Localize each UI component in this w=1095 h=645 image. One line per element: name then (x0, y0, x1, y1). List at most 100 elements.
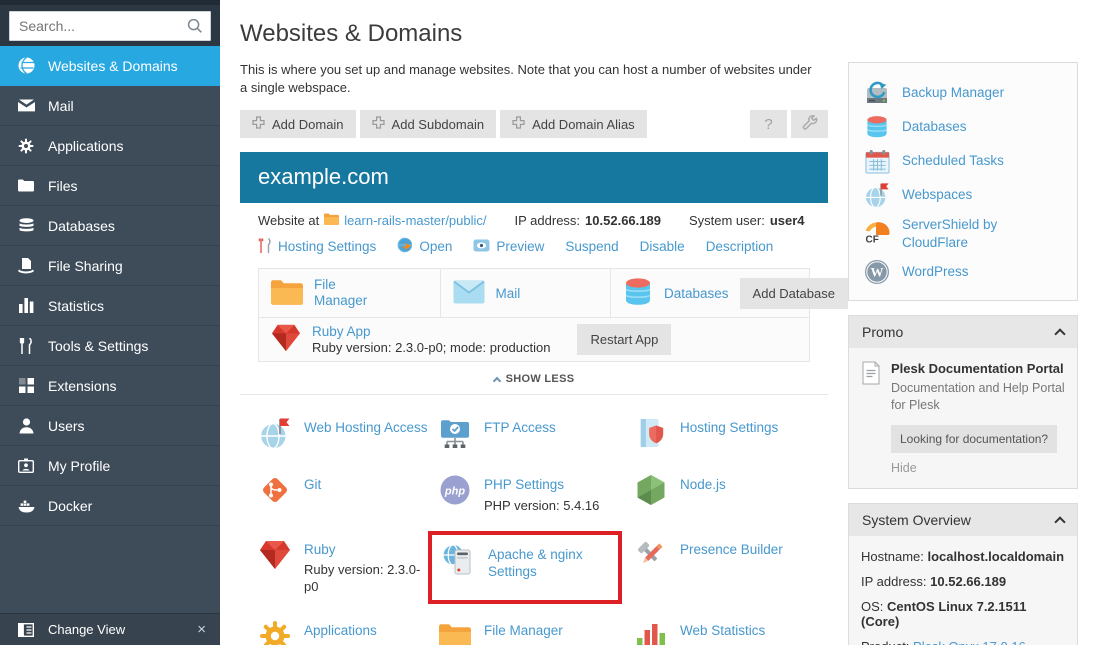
sidebar-item-label: Applications (48, 138, 124, 154)
quick-link[interactable]: Webspaces (902, 186, 972, 204)
sidebar-item-tools-settings[interactable]: Tools & Settings (0, 326, 220, 366)
domain-card-header: example.com (240, 152, 828, 203)
hide-link[interactable]: Hide (891, 461, 1065, 475)
hosting-settings-link[interactable]: Hosting Settings (258, 238, 376, 256)
feature-link[interactable]: Node.js (680, 476, 726, 494)
feature-link[interactable]: Presence Builder (680, 541, 783, 559)
quick-link[interactable]: Databases (902, 118, 967, 136)
quick-link[interactable]: Scheduled Tasks (902, 152, 1004, 170)
feature-link[interactable]: Apache & nginx Settings (488, 546, 610, 581)
calendar-icon (864, 148, 890, 174)
ruby-app-link[interactable]: Ruby App (312, 324, 371, 339)
ruby-icon (271, 324, 301, 355)
add-domain-alias-button[interactable]: Add Domain Alias (500, 110, 647, 138)
feature-presence-builder[interactable]: Presence Builder (634, 527, 810, 608)
quick-link[interactable]: WordPress (902, 263, 969, 281)
plesk-app: Websites & Domains Mail Applications Fil… (0, 0, 1095, 645)
ip-label: IP address: (515, 213, 581, 228)
feature-link[interactable]: Applications (304, 622, 377, 640)
databases-link[interactable]: Databases (664, 286, 729, 301)
feature-web-hosting-access[interactable]: Web Hosting Access (258, 405, 438, 462)
globe-icon (15, 57, 37, 74)
sidebar-item-label: Files (48, 178, 78, 194)
feature-link[interactable]: Web Hosting Access (304, 419, 428, 437)
add-subdomain-button[interactable]: Add Subdomain (360, 110, 497, 138)
promo-header[interactable]: Promo (849, 316, 1077, 348)
feature-link[interactable]: Ruby (304, 541, 430, 559)
sidebar-item-users[interactable]: Users (0, 406, 220, 446)
feature-link[interactable]: Hosting Settings (680, 419, 778, 437)
page-title: Websites & Domains (240, 20, 828, 48)
fork-knife-icon (15, 338, 37, 354)
feature-link[interactable]: Git (304, 476, 321, 494)
preview-link[interactable]: Preview (473, 239, 544, 255)
globe-flag-icon (258, 416, 292, 450)
feature-link[interactable]: File Manager (484, 622, 563, 640)
add-domain-button[interactable]: Add Domain (240, 110, 356, 138)
sidebar-item-my-profile[interactable]: My Profile (0, 446, 220, 486)
add-database-button[interactable]: Add Database (740, 278, 848, 309)
feature-link[interactable]: Web Statistics (680, 622, 765, 640)
ruby-version-text: Ruby version: 2.3.0-p0 (304, 562, 430, 596)
sidebar-item-statistics[interactable]: Statistics (0, 286, 220, 326)
folder-icon (15, 179, 37, 192)
system-overview-body: Hostname: localhost.localdomain IP addre… (849, 536, 1077, 645)
feature-nodejs[interactable]: Node.js (634, 462, 810, 526)
feature-ftp-access[interactable]: FTP Access (438, 405, 634, 462)
system-overview-panel: System Overview Hostname: localhost.loca… (848, 503, 1078, 645)
feature-ruby[interactable]: Ruby Ruby version: 2.3.0-p0 (258, 527, 438, 608)
close-icon[interactable]: × (197, 622, 206, 637)
search-input[interactable] (9, 11, 211, 41)
feature-hosting-settings[interactable]: Hosting Settings (634, 405, 810, 462)
blocks-icon (15, 378, 37, 393)
wrench-button[interactable] (791, 110, 828, 138)
looking-for-documentation-button[interactable]: Looking for documentation? (891, 425, 1057, 453)
feature-git[interactable]: Git (258, 462, 438, 526)
pencil-hammer-icon (634, 538, 668, 572)
docroot-link[interactable]: learn-rails-master/public/ (344, 213, 486, 228)
restart-app-button[interactable]: Restart App (577, 324, 671, 355)
quick-link[interactable]: ServerShield by CloudFlare (902, 216, 1062, 251)
feature-link[interactable]: PHP Settings (484, 476, 599, 494)
sidebar-item-databases[interactable]: Databases (0, 206, 220, 246)
change-view-bar[interactable]: Change View × (0, 613, 220, 645)
sidebar-item-files[interactable]: Files (0, 166, 220, 206)
file-manager-link[interactable]: File Manager (314, 277, 386, 311)
feature-apache-nginx-settings[interactable]: Apache & nginx Settings (428, 531, 622, 604)
help-button[interactable]: ? (750, 110, 787, 138)
chevron-up-icon (1054, 328, 1065, 339)
open-link[interactable]: Open (397, 237, 452, 256)
feature-link[interactable]: FTP Access (484, 419, 556, 437)
system-overview-header[interactable]: System Overview (849, 504, 1077, 536)
gear-icon (15, 138, 37, 154)
sidebar-item-websites-domains[interactable]: Websites & Domains (0, 46, 220, 86)
plus-icon (512, 116, 525, 132)
sidebar-item-docker[interactable]: Docker (0, 486, 220, 526)
feature-file-manager[interactable]: File Manager (438, 608, 634, 645)
description-link[interactable]: Description (706, 239, 774, 254)
disable-link[interactable]: Disable (640, 239, 685, 254)
hostname-row: Hostname: localhost.localdomain (861, 549, 1065, 564)
product-version-link[interactable]: Plesk Onyx 17.0.16 (913, 639, 1026, 645)
sidebar-item-file-sharing[interactable]: File Sharing (0, 246, 220, 286)
file-manager-cell: File Manager (259, 269, 441, 317)
suspend-link[interactable]: Suspend (565, 239, 618, 254)
os-row: OS: CentOS Linux 7.2.1511 (Core) (861, 599, 1065, 629)
database-icon (864, 114, 890, 140)
quick-link[interactable]: Backup Manager (902, 84, 1004, 102)
sidebar-item-label: Mail (48, 98, 74, 114)
feature-applications[interactable]: Applications (258, 608, 438, 645)
sidebar-item-extensions[interactable]: Extensions (0, 366, 220, 406)
document-icon (861, 361, 881, 388)
quick-links-panel: Backup Manager Databases Scheduled Tasks… (848, 62, 1078, 301)
change-view-label: Change View (48, 622, 125, 637)
mail-link[interactable]: Mail (496, 286, 521, 301)
feature-web-statistics[interactable]: Web Statistics (634, 608, 810, 645)
feature-php-settings[interactable]: php PHP SettingsPHP version: 5.4.16 (438, 462, 634, 526)
sidebar-item-mail[interactable]: Mail (0, 86, 220, 126)
show-less-toggle[interactable]: SHOW LESS (240, 362, 828, 395)
plus-icon (252, 116, 265, 132)
eye-icon (473, 239, 490, 255)
sidebar-item-label: Extensions (48, 378, 116, 394)
sidebar-item-applications[interactable]: Applications (0, 126, 220, 166)
